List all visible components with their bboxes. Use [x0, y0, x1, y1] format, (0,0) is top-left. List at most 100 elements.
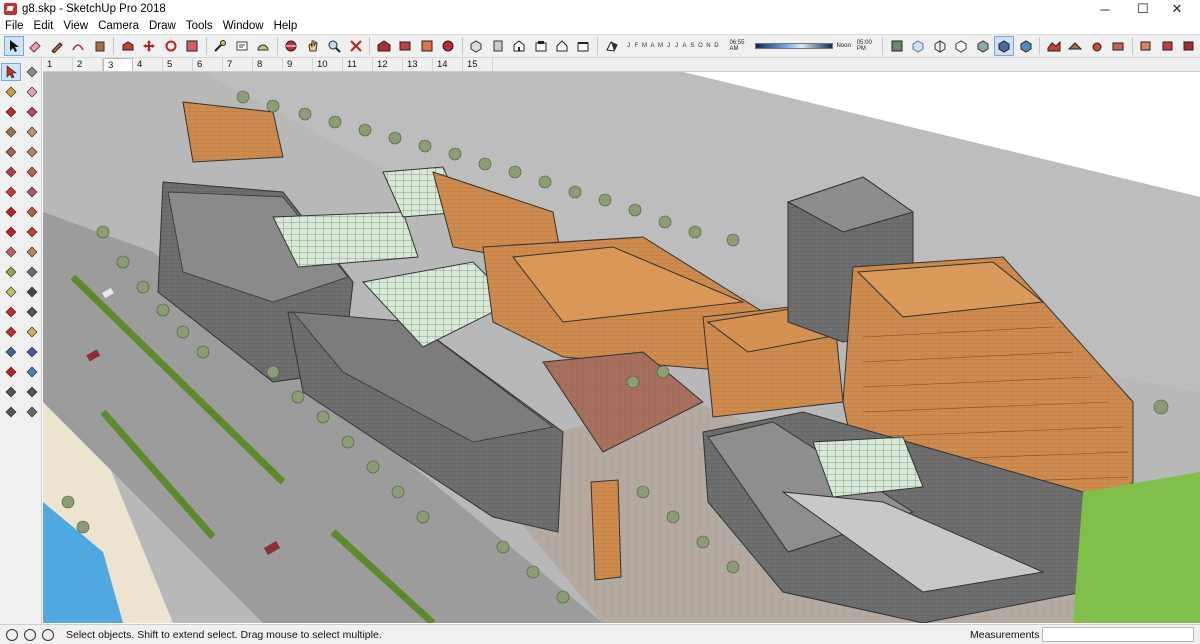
- sandbox-from-scratch-button[interactable]: [1066, 36, 1085, 56]
- move-tool-button[interactable]: [140, 36, 159, 56]
- move-tool-button[interactable]: [1, 203, 21, 221]
- select-tool-button[interactable]: [1, 63, 21, 81]
- scale-tool-button[interactable]: [1, 243, 21, 261]
- sandbox-from-contours-button[interactable]: [1044, 36, 1063, 56]
- tape-measure-tool-button[interactable]: [211, 36, 230, 56]
- push-pull-tool-button[interactable]: [118, 36, 137, 56]
- text-tool-button[interactable]: [22, 283, 42, 301]
- scene-tab[interactable]: 7: [223, 58, 253, 71]
- model-view[interactable]: [43, 72, 1200, 623]
- pan-tool-button[interactable]: [303, 36, 322, 56]
- tape-measure-tool-button[interactable]: [1, 263, 21, 281]
- menu-draw[interactable]: Draw: [144, 20, 181, 32]
- scene-tab-active[interactable]: 3: [103, 58, 133, 71]
- smoove-button[interactable]: [1087, 36, 1106, 56]
- xray-button[interactable]: [909, 36, 928, 56]
- zoom-tool-button[interactable]: [1, 343, 21, 361]
- section-plane-button[interactable]: [1137, 36, 1156, 56]
- freehand-tool-button[interactable]: [22, 103, 42, 121]
- rectangle-tool-button[interactable]: [1, 123, 21, 141]
- front-view-button[interactable]: [510, 36, 529, 56]
- menu-file[interactable]: File: [0, 20, 29, 32]
- dimension-tool-button[interactable]: [22, 263, 42, 281]
- orbit-tool-button[interactable]: [1, 323, 21, 341]
- position-camera-tool-button[interactable]: [1, 383, 21, 401]
- eraser-tool-button[interactable]: [22, 83, 42, 101]
- wireframe-button[interactable]: [930, 36, 949, 56]
- zoom-extents-tool-button[interactable]: [346, 36, 365, 56]
- geo-location-icon[interactable]: [6, 628, 18, 641]
- user-icon[interactable]: [42, 628, 54, 641]
- shadow-time-slider[interactable]: 06:55 AM: [726, 36, 834, 56]
- three-point-arc-tool-button[interactable]: [1, 183, 21, 201]
- component-tool-button[interactable]: [22, 63, 42, 81]
- circle-tool-button[interactable]: [1, 143, 21, 161]
- two-point-arc-tool-button[interactable]: [22, 183, 42, 201]
- scene-tab[interactable]: 15: [463, 58, 493, 71]
- scene-tab[interactable]: 5: [163, 58, 193, 71]
- paint-bucket-tool-button[interactable]: [1, 83, 21, 101]
- left-view-button[interactable]: [574, 36, 593, 56]
- shadow-time-bar[interactable]: [755, 43, 834, 49]
- credits-icon[interactable]: [24, 628, 36, 641]
- stamp-button[interactable]: [1108, 36, 1127, 56]
- warehouse-button[interactable]: [374, 36, 393, 56]
- extension-warehouse-button[interactable]: [396, 36, 415, 56]
- menu-help[interactable]: Help: [269, 20, 303, 32]
- scene-tab[interactable]: 14: [433, 58, 463, 71]
- eraser-tool-button[interactable]: [26, 36, 45, 56]
- monochrome-button[interactable]: [1016, 36, 1035, 56]
- protractor-tool-button[interactable]: [253, 36, 272, 56]
- paint-bucket-tool-button[interactable]: [90, 36, 109, 56]
- zoom-window-tool-button[interactable]: [22, 343, 42, 361]
- rotate-tool-button[interactable]: [1, 223, 21, 241]
- line-tool-button[interactable]: [1, 103, 21, 121]
- scale-tool-button[interactable]: [182, 36, 201, 56]
- section-plane-tool-button[interactable]: [22, 403, 42, 421]
- arc-tool-button[interactable]: [1, 163, 21, 181]
- offset-tool-button[interactable]: [22, 243, 42, 261]
- scene-tab[interactable]: 9: [283, 58, 313, 71]
- arc-tool-button[interactable]: [68, 36, 87, 56]
- push-pull-tool-button[interactable]: [22, 203, 42, 221]
- zoom-tool-button[interactable]: [325, 36, 344, 56]
- scene-tab[interactable]: 6: [193, 58, 223, 71]
- display-section-cuts-button[interactable]: [1180, 36, 1199, 56]
- fog-button[interactable]: [887, 36, 906, 56]
- walk-tool-button[interactable]: [1, 403, 21, 421]
- scene-tab[interactable]: 1: [43, 58, 73, 71]
- menu-tools[interactable]: Tools: [181, 20, 218, 32]
- previous-view-tool-button[interactable]: [22, 363, 42, 381]
- zoom-extents-tool-button[interactable]: [1, 363, 21, 381]
- pie-tool-button[interactable]: [22, 163, 42, 181]
- scene-tab[interactable]: 13: [403, 58, 433, 71]
- model-viewport[interactable]: [43, 72, 1200, 623]
- axes-tool-button[interactable]: [1, 303, 21, 321]
- menu-camera[interactable]: Camera: [93, 20, 144, 32]
- menu-edit[interactable]: Edit: [29, 20, 59, 32]
- iso-view-button[interactable]: [467, 36, 486, 56]
- pencil-tool-button[interactable]: [47, 36, 66, 56]
- shadows-toggle-button[interactable]: [602, 36, 621, 56]
- polygon-tool-button[interactable]: [22, 143, 42, 161]
- menu-view[interactable]: View: [58, 20, 93, 32]
- select-tool-button[interactable]: [4, 36, 24, 56]
- close-button[interactable]: ✕: [1154, 0, 1200, 18]
- measurements-input[interactable]: [1042, 627, 1194, 642]
- scene-tab[interactable]: 4: [133, 58, 163, 71]
- back-view-button[interactable]: [552, 36, 571, 56]
- shaded-button[interactable]: [973, 36, 992, 56]
- pan-tool-button[interactable]: [22, 323, 42, 341]
- protractor-tool-button[interactable]: [1, 283, 21, 301]
- layout-button[interactable]: [417, 36, 436, 56]
- 3d-text-tool-button[interactable]: [22, 303, 42, 321]
- rotated-rectangle-tool-button[interactable]: [22, 123, 42, 141]
- scene-tab[interactable]: 8: [253, 58, 283, 71]
- orbit-tool-button[interactable]: [282, 36, 301, 56]
- top-view-button[interactable]: [488, 36, 507, 56]
- scene-tab[interactable]: 2: [73, 58, 103, 71]
- scene-tab[interactable]: 12: [373, 58, 403, 71]
- scene-tab[interactable]: 11: [343, 58, 373, 71]
- hidden-line-button[interactable]: [951, 36, 970, 56]
- look-around-tool-button[interactable]: [22, 383, 42, 401]
